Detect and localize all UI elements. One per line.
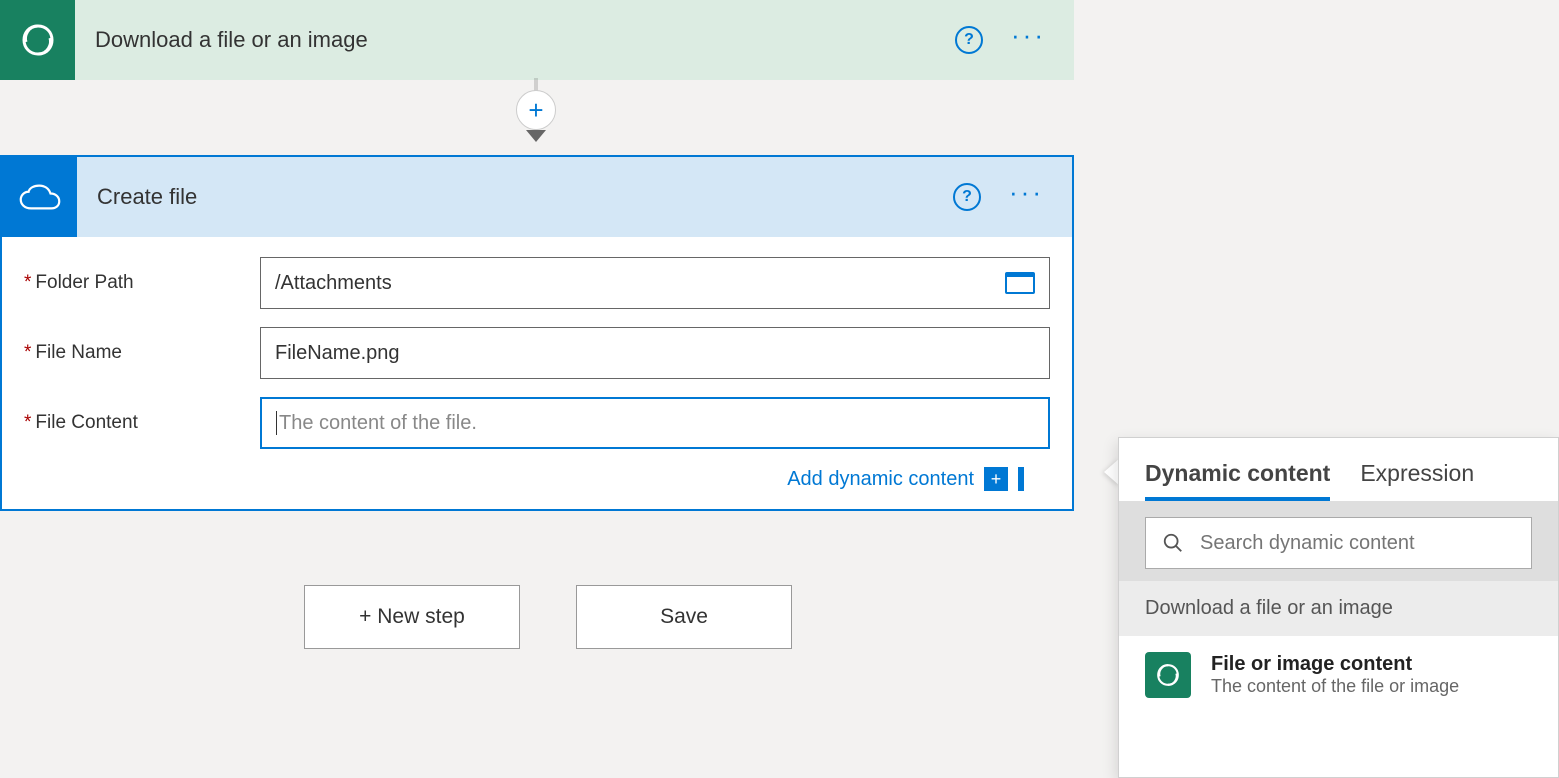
input-folder-path[interactable]: /Attachments xyxy=(260,257,1050,309)
tab-dynamic-content[interactable]: Dynamic content xyxy=(1145,460,1330,501)
popup-group-header: Download a file or an image xyxy=(1119,581,1558,636)
input-file-content[interactable]: The content of the file. xyxy=(260,397,1050,449)
label-folder-path: * Folder Path xyxy=(24,272,260,294)
help-icon[interactable]: ? xyxy=(955,26,983,54)
item-title: File or image content xyxy=(1211,653,1459,676)
step-create-body: * Folder Path /Attachments * File Name F… xyxy=(2,237,1072,509)
required-indicator: * xyxy=(24,342,31,364)
popup-search[interactable] xyxy=(1145,517,1532,569)
tab-expression[interactable]: Expression xyxy=(1360,460,1474,501)
footer-buttons: + New step Save xyxy=(304,585,792,649)
folder-picker-icon[interactable] xyxy=(1005,272,1035,294)
step-create-title: Create file xyxy=(77,184,953,210)
onedrive-cloud-icon xyxy=(2,157,77,237)
add-dynamic-content-link[interactable]: Add dynamic content xyxy=(787,468,974,491)
save-button[interactable]: Save xyxy=(576,585,792,649)
required-indicator: * xyxy=(24,272,31,294)
more-menu-icon[interactable]: ··· xyxy=(1011,35,1046,45)
step-create-file: Create file ? ··· * Folder Path /Attachm… xyxy=(0,155,1074,511)
popup-search-wrap xyxy=(1119,501,1558,581)
dynamic-content-item-text: File or image content The content of the… xyxy=(1211,653,1459,697)
search-icon xyxy=(1162,532,1184,554)
more-menu-icon[interactable]: ··· xyxy=(1009,192,1044,202)
search-input[interactable] xyxy=(1200,532,1515,555)
dataverse-swirl-icon xyxy=(0,0,75,80)
new-step-button[interactable]: + New step xyxy=(304,585,520,649)
dataverse-swirl-icon xyxy=(1145,652,1191,698)
field-folder-path: * Folder Path /Attachments xyxy=(24,257,1050,309)
required-indicator: * xyxy=(24,412,31,434)
flow-designer-canvas: Download a file or an image ? ··· + Crea… xyxy=(0,0,1559,778)
step-create-header[interactable]: Create file ? ··· xyxy=(2,157,1072,237)
item-description: The content of the file or image xyxy=(1211,676,1459,697)
collapse-handle[interactable] xyxy=(1018,467,1024,491)
step-download-file[interactable]: Download a file or an image ? ··· xyxy=(0,0,1074,80)
dynamic-content-item[interactable]: File or image content The content of the… xyxy=(1119,636,1558,714)
field-file-name: * File Name FileName.png xyxy=(24,327,1050,379)
step-download-title: Download a file or an image xyxy=(75,27,955,53)
arrow-icon xyxy=(526,130,546,142)
dynamic-content-popup: Dynamic content Expression Download a fi… xyxy=(1118,437,1559,778)
help-icon[interactable]: ? xyxy=(953,183,981,211)
label-file-content: * File Content xyxy=(24,412,260,434)
add-dynamic-plus-button[interactable]: + xyxy=(984,467,1008,491)
add-step-button[interactable]: + xyxy=(516,90,556,130)
field-file-content: * File Content The content of the file. xyxy=(24,397,1050,449)
input-file-name[interactable]: FileName.png xyxy=(260,327,1050,379)
add-dynamic-content-row: Add dynamic content + xyxy=(24,467,1050,491)
popup-tabs: Dynamic content Expression xyxy=(1119,438,1558,501)
text-cursor xyxy=(276,411,277,435)
label-file-name: * File Name xyxy=(24,342,260,364)
